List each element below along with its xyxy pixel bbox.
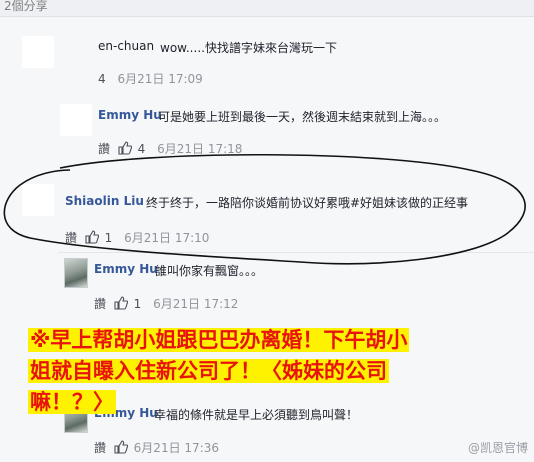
like-count: 1 <box>133 297 142 311</box>
comment-meta: 讚 1 6月21日 17:12 <box>94 295 238 312</box>
thumbs-up-icon <box>114 296 128 310</box>
annotation-line: 姐就自曝入住新公司了！〈姊妹的公司 <box>28 359 389 383</box>
comment-timestamp[interactable]: 6月21日 17:36 <box>134 441 219 455</box>
comment-timestamp[interactable]: 6月21日 17:18 <box>157 142 242 156</box>
like-link[interactable]: 讚 <box>98 142 110 156</box>
avatar[interactable] <box>22 36 54 68</box>
shared-count-bar[interactable]: 2個分享 <box>0 0 534 17</box>
reply-divider <box>58 252 534 253</box>
comment-author[interactable]: Shiaolin Liu <box>65 194 144 208</box>
comment-text: 誰叫你家有飄窗。。。 <box>155 264 264 278</box>
comment-meta: 讚 6月21日 17:36 <box>94 439 219 456</box>
comment-text: 可是她要上班到最後一天，然後週末結束就到上海。。。 <box>158 110 447 124</box>
like-link[interactable]: 讚 <box>94 441 106 455</box>
comment-timestamp[interactable]: 6月21日 17:12 <box>153 297 238 311</box>
like-count: 4 <box>137 142 146 156</box>
thumbs-up-icon <box>85 230 99 244</box>
avatar[interactable] <box>64 258 88 288</box>
annotation-line: ※早上帮胡小姐跟巴巴办离婚！下午胡小 <box>28 328 410 352</box>
comment-author[interactable]: Emmy Hu <box>94 262 158 276</box>
comment-timestamp[interactable]: 6月21日 17:09 <box>117 72 202 86</box>
comment-meta: 4 6月21日 17:09 <box>98 70 203 87</box>
avatar[interactable] <box>60 104 92 136</box>
like-count: 4 <box>98 72 106 86</box>
thumbs-up-icon <box>114 440 128 454</box>
weibo-watermark: @凯恩官博 <box>467 441 528 455</box>
like-count: 1 <box>104 231 113 245</box>
like-link[interactable]: 讚 <box>94 297 106 311</box>
comment-meta: 讚 4 6月21日 17:18 <box>98 140 242 157</box>
comment-text: 终于终于，一路陪你谈婚前协议好累哦#好姐妹该做的正经事 <box>146 196 469 210</box>
like-link[interactable]: 讚 <box>65 231 77 245</box>
annotation-overlay: ※早上帮胡小姐跟巴巴办离婚！下午胡小 姐就自曝入住新公司了！〈姊妹的公司 嘛！？… <box>28 325 498 418</box>
comment-meta: 讚 1 6月21日 17:10 <box>65 229 209 246</box>
thumbs-up-icon <box>118 141 132 155</box>
comment-author[interactable]: en-chuan <box>98 39 154 53</box>
comment-timestamp[interactable]: 6月21日 17:10 <box>124 231 209 245</box>
annotation-line: 嘛！？〉 <box>28 390 116 414</box>
avatar[interactable] <box>22 184 54 216</box>
comment-author[interactable]: Emmy Hu <box>98 108 162 122</box>
comment-text: wow.....快找譜字妹來台灣玩一下 <box>160 41 337 55</box>
shared-count-text: 2個分享 <box>4 0 48 13</box>
comments-page: 2個分享 en-chuan wow.....快找譜字妹來台灣玩一下 4 6月21… <box>0 0 534 462</box>
